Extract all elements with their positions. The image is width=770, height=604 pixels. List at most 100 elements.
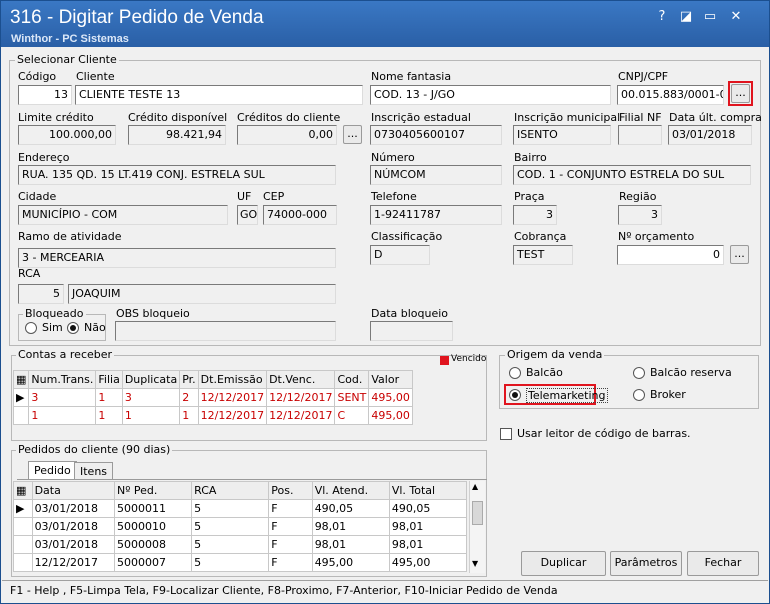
row-pointer-empty — [13, 517, 33, 536]
col-header[interactable]: Filia — [95, 370, 123, 389]
cell: 5 — [191, 535, 270, 554]
close-button[interactable]: ✕ — [727, 8, 745, 26]
cell: 12/12/2017 — [197, 388, 268, 407]
col-header[interactable]: Pos. — [268, 481, 313, 500]
cell: 1 — [28, 406, 97, 425]
cell: 3 — [121, 388, 181, 407]
col-header[interactable]: Data — [31, 481, 116, 500]
row-pointer-empty — [13, 553, 33, 572]
col-header[interactable]: Valor — [368, 370, 413, 389]
bloqueado-sim-radio[interactable] — [25, 322, 37, 334]
restore-button[interactable]: ◪ — [677, 8, 695, 26]
window-subtitle: Winthor - PC Sistemas — [11, 33, 129, 45]
table-row[interactable]: 03/01/2018 5000010 5 F 98,01 98,01 — [13, 517, 468, 536]
row-pointer-empty — [12, 406, 30, 425]
orcamento-label: Nº orçamento — [618, 230, 695, 243]
col-header[interactable]: Nº Ped. — [114, 481, 193, 500]
filial-label: Filial NF — [619, 111, 662, 124]
origem-broker-label: Broker — [650, 388, 686, 401]
ie-field: 0730405600107 — [370, 125, 502, 145]
fechar-button[interactable]: Fechar — [687, 551, 759, 576]
row-pointer-icon: ▶ — [13, 499, 33, 518]
origem-balcao-radio[interactable] — [509, 367, 521, 379]
tab-itens[interactable]: Itens — [74, 462, 114, 480]
cell: 1 — [121, 406, 181, 425]
obs-label: OBS bloqueio — [116, 307, 190, 320]
ramo-label: Ramo de atividade — [18, 230, 122, 243]
col-header[interactable]: Duplicata — [121, 370, 181, 389]
cobranca-label: Cobrança — [514, 230, 567, 243]
selecionar-cliente-title: Selecionar Cliente — [15, 53, 119, 66]
scroll-thumb[interactable] — [472, 501, 483, 525]
col-header[interactable]: Vl. Atend. — [311, 481, 390, 500]
bloqueado-nao-radio[interactable] — [67, 322, 79, 334]
cell: F — [268, 553, 313, 572]
table-row[interactable]: 03/01/2018 5000008 5 F 98,01 98,01 — [13, 535, 468, 554]
creditos-button[interactable]: ... — [343, 125, 362, 144]
bloqueado-title: Bloqueado — [23, 307, 86, 320]
row-pointer-empty — [13, 535, 33, 554]
cell: 5000007 — [114, 553, 193, 572]
cell: 5 — [191, 499, 270, 518]
help-button[interactable]: ? — [653, 8, 671, 26]
scroll-down-icon[interactable]: ▼ — [472, 559, 478, 568]
cell: 495,00 — [368, 406, 413, 425]
cell: 2 — [179, 388, 199, 407]
cell: SENT — [334, 388, 370, 407]
table-row[interactable]: 1 1 1 1 12/12/2017 12/12/2017 C 495,00 — [12, 406, 413, 425]
row-indicator-header: ▦ — [13, 481, 33, 500]
cnpj-label: CNPJ/CPF — [618, 70, 669, 83]
table-row[interactable]: ▶ 03/01/2018 5000011 5 F 490,05 490,05 — [13, 499, 468, 518]
codigo-field[interactable]: 13 — [18, 85, 72, 105]
col-header[interactable]: RCA — [191, 481, 270, 500]
table-row[interactable]: ▶ 3 1 3 2 12/12/2017 12/12/2017 SENT 495… — [12, 388, 413, 407]
pedidos-scrollbar[interactable]: ▲ ▼ — [469, 481, 485, 573]
col-header[interactable]: Pr. — [179, 370, 199, 389]
cnpj-field[interactable]: 00.015.883/0001-03 — [617, 85, 724, 105]
col-header[interactable]: Dt.Venc. — [266, 370, 336, 389]
origem-balcao-reserva-radio[interactable] — [633, 367, 645, 379]
orcamento-field[interactable]: 0 — [617, 245, 724, 265]
classif-field: D — [370, 245, 430, 265]
data-compra-field: 03/01/2018 — [668, 125, 752, 145]
cell: 12/12/2017 — [266, 406, 336, 425]
cell: 12/12/2017 — [197, 406, 268, 425]
table-row[interactable]: 12/12/2017 5000007 5 F 495,00 495,00 — [13, 553, 468, 572]
cell: 12/12/2017 — [31, 553, 116, 572]
cell: 03/01/2018 — [31, 499, 116, 518]
col-header[interactable]: Num.Trans. — [28, 370, 97, 389]
credito-disp-label: Crédito disponível — [128, 111, 228, 124]
col-header[interactable]: Cod. — [334, 370, 370, 389]
cell: 98,01 — [388, 535, 468, 554]
col-header[interactable]: Dt.Emissão — [197, 370, 268, 389]
parametros-button[interactable]: Parâmetros — [610, 551, 682, 576]
obs-field — [115, 321, 336, 341]
col-header[interactable]: Vl. Total — [388, 481, 468, 500]
origem-telemarketing-label: Telemarketing — [526, 388, 608, 403]
leitor-checkbox[interactable] — [500, 428, 512, 440]
vencido-swatch — [440, 356, 449, 365]
scroll-up-icon[interactable]: ▲ — [472, 482, 478, 491]
cnpj-search-button[interactable]: ... — [731, 84, 750, 103]
vencido-label: Vencido — [451, 354, 487, 364]
contas-title: Contas a receber — [16, 348, 115, 361]
origem-telemarketing-radio[interactable] — [509, 389, 521, 401]
cell: 1 — [95, 406, 123, 425]
pedidos-table: ▦ Data Nº Ped. RCA Pos. Vl. Atend. Vl. T… — [13, 481, 468, 572]
cell: 490,05 — [388, 499, 468, 518]
cliente-label: Cliente — [76, 70, 115, 83]
filial-field — [618, 125, 662, 145]
orcamento-button[interactable]: ... — [730, 245, 749, 264]
maximize-button[interactable]: ▭ — [701, 8, 719, 26]
origem-broker-radio[interactable] — [633, 389, 645, 401]
endereco-label: Endereço — [18, 151, 70, 164]
duplicar-pedido-button[interactable]: Duplicar Pedido — [521, 551, 606, 591]
origem-balcao-label: Balcão — [526, 366, 563, 379]
rca-name-field: JOAQUIM — [68, 284, 336, 304]
tab-pedido[interactable]: Pedido — [28, 461, 77, 480]
fantasia-field[interactable]: COD. 13 - J/GO — [370, 85, 611, 105]
fantasia-label: Nome fantasia — [371, 70, 452, 83]
cell: 5 — [191, 517, 270, 536]
numero-label: Número — [371, 151, 415, 164]
cliente-field[interactable]: CLIENTE TESTE 13 — [75, 85, 363, 105]
